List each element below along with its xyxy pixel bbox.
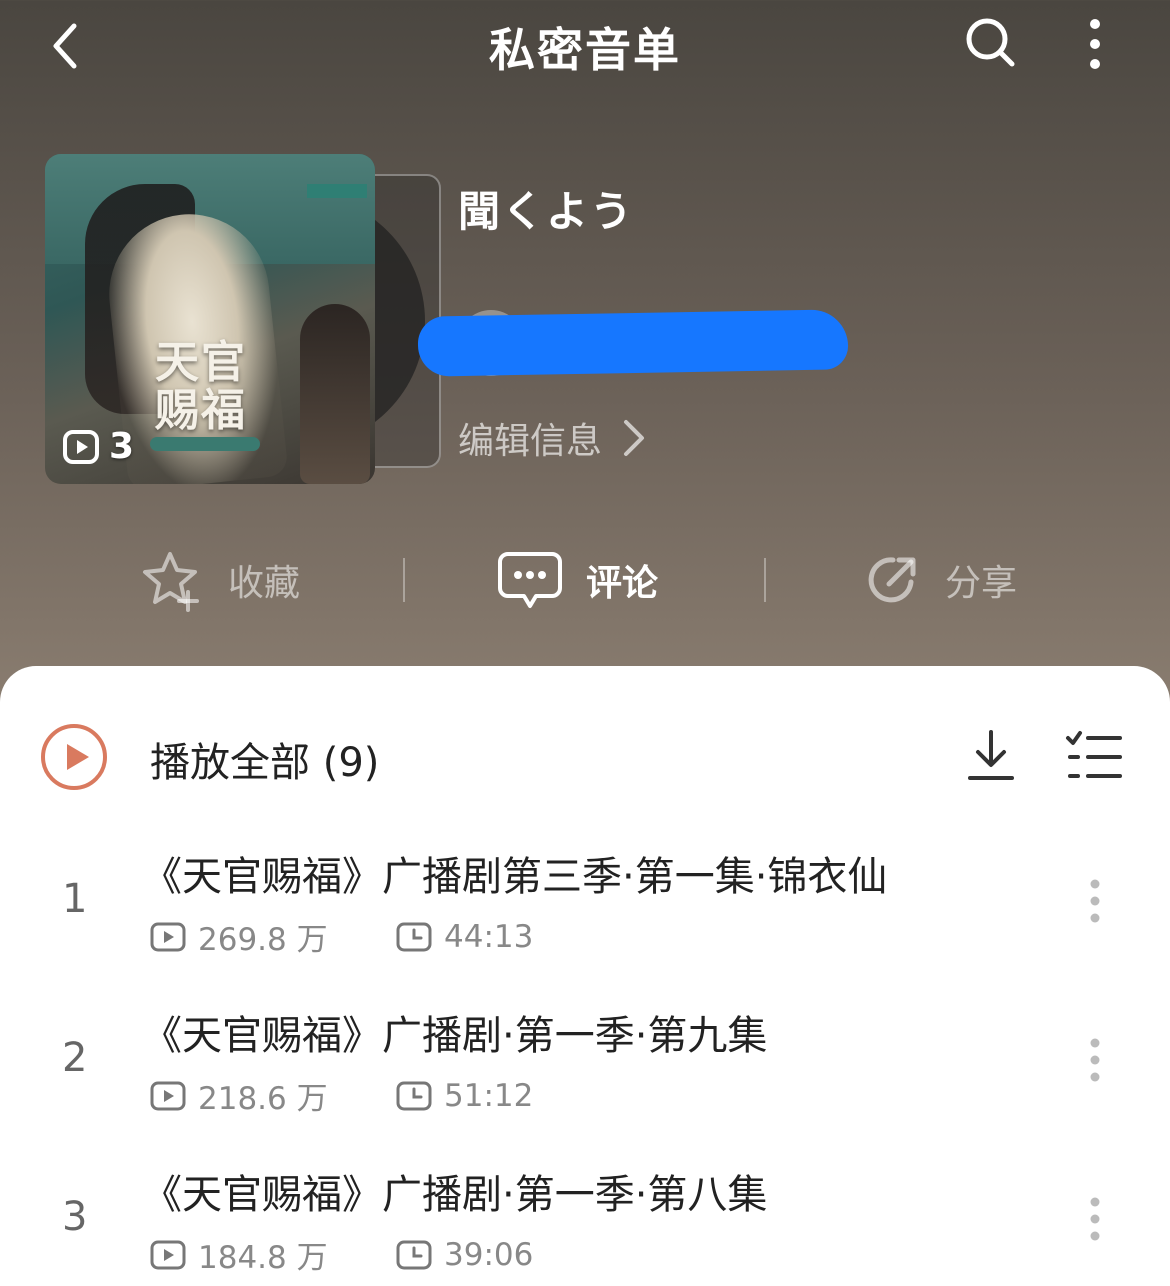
track-more-button[interactable] [1080, 1033, 1110, 1093]
track-index: 3 [62, 1194, 88, 1240]
track-row[interactable]: 2 《天官赐福》广播剧·第一季·第九集 218.6 万 51:12 [0, 995, 1170, 1135]
track-index: 1 [62, 876, 88, 922]
play-all-button[interactable] [40, 723, 108, 791]
chevron-right-icon [624, 420, 645, 456]
clock-icon [396, 1081, 432, 1110]
track-plays: 269.8 万 [150, 914, 396, 959]
track-title: 《天官赐福》广播剧·第一季·第九集 [142, 1013, 768, 1059]
more-vertical-icon [1090, 19, 1100, 69]
clock-icon [396, 922, 432, 951]
track-title: 《天官赐福》广播剧第三季·第一集·锦衣仙 [142, 854, 888, 900]
playlist-cover[interactable]: 天官 赐福 3 [45, 154, 375, 484]
download-icon [968, 730, 1014, 780]
cover-play-count: 3 [63, 426, 134, 467]
track-title: 《天官赐福》广播剧·第一季·第八集 [142, 1172, 768, 1218]
multi-select-icon [1066, 731, 1122, 778]
more-button[interactable] [1075, 14, 1115, 74]
track-plays-value: 269.8 万 [198, 922, 328, 958]
play-count-icon [150, 1240, 186, 1269]
track-more-button[interactable] [1080, 1192, 1110, 1252]
comment-icon [498, 552, 562, 608]
star-plus-icon [143, 552, 199, 612]
cover-title: 天官 赐福 [155, 337, 247, 436]
track-plays: 184.8 万 [150, 1232, 396, 1277]
track-plays-value: 218.6 万 [198, 1081, 328, 1117]
search-icon [966, 18, 1015, 67]
track-duration-value: 44:13 [444, 918, 534, 955]
play-circle-icon [41, 724, 107, 790]
track-plays-value: 184.8 万 [198, 1240, 328, 1276]
comment-button[interactable]: 评论 [498, 540, 658, 620]
more-vertical-icon [1090, 879, 1100, 923]
track-meta: 184.8 万 39:06 [150, 1232, 533, 1277]
collect-button[interactable]: 收藏 [140, 540, 300, 620]
cover-art [300, 304, 370, 484]
cover-strip [150, 437, 260, 451]
track-index: 2 [62, 1035, 88, 1081]
divider [764, 558, 766, 602]
track-meta: 218.6 万 51:12 [150, 1073, 533, 1118]
share-label: 分享 [945, 563, 1018, 604]
edit-info-label: 编辑信息 [458, 421, 603, 462]
track-meta: 269.8 万 44:13 [150, 914, 533, 959]
cover-play-count-value: 3 [109, 426, 135, 467]
multi-select-button[interactable] [1064, 728, 1124, 786]
share-button[interactable]: 分享 [865, 540, 1017, 620]
clock-icon [396, 1240, 432, 1269]
download-button[interactable] [962, 728, 1020, 786]
divider [403, 558, 405, 602]
cover-tag [307, 184, 367, 198]
edit-info-link[interactable]: 编辑信息 [458, 412, 646, 464]
top-bar: 私密音单 [0, 0, 1170, 90]
track-duration: 44:13 [396, 919, 533, 955]
track-list-panel: 播放全部 (9) 1 《天官赐福》广播剧第三季·第一集·锦衣仙 269.8 万 … [0, 666, 1170, 1286]
playlist-name: 聞くよう [458, 187, 635, 236]
more-vertical-icon [1090, 1038, 1100, 1082]
search-button[interactable] [962, 14, 1020, 72]
track-duration-value: 39:06 [444, 1236, 534, 1273]
track-more-button[interactable] [1080, 874, 1110, 934]
track-row[interactable]: 1 《天官赐福》广播剧第三季·第一集·锦衣仙 269.8 万 44:13 [0, 836, 1170, 976]
creator-row[interactable] [417, 305, 858, 383]
share-icon [868, 557, 916, 603]
more-vertical-icon [1090, 1197, 1100, 1241]
play-all-label[interactable]: 播放全部 (9) [150, 730, 379, 788]
play-count-icon [150, 1081, 186, 1110]
track-plays: 218.6 万 [150, 1073, 396, 1118]
action-bar: 收藏 评论 分享 [0, 540, 1170, 620]
collect-label: 收藏 [228, 563, 301, 604]
track-duration-value: 51:12 [444, 1077, 534, 1114]
track-duration: 51:12 [396, 1078, 533, 1114]
track-duration: 39:06 [396, 1237, 533, 1273]
track-row[interactable]: 3 《天官赐福》广播剧·第一季·第八集 184.8 万 39:06 [0, 1154, 1170, 1286]
playlist-cover-block[interactable]: 天官 赐福 3 [45, 154, 441, 484]
comment-label: 评论 [586, 563, 659, 604]
play-count-icon [150, 922, 186, 951]
redaction-scribble [417, 309, 849, 377]
play-count-icon [63, 429, 99, 464]
